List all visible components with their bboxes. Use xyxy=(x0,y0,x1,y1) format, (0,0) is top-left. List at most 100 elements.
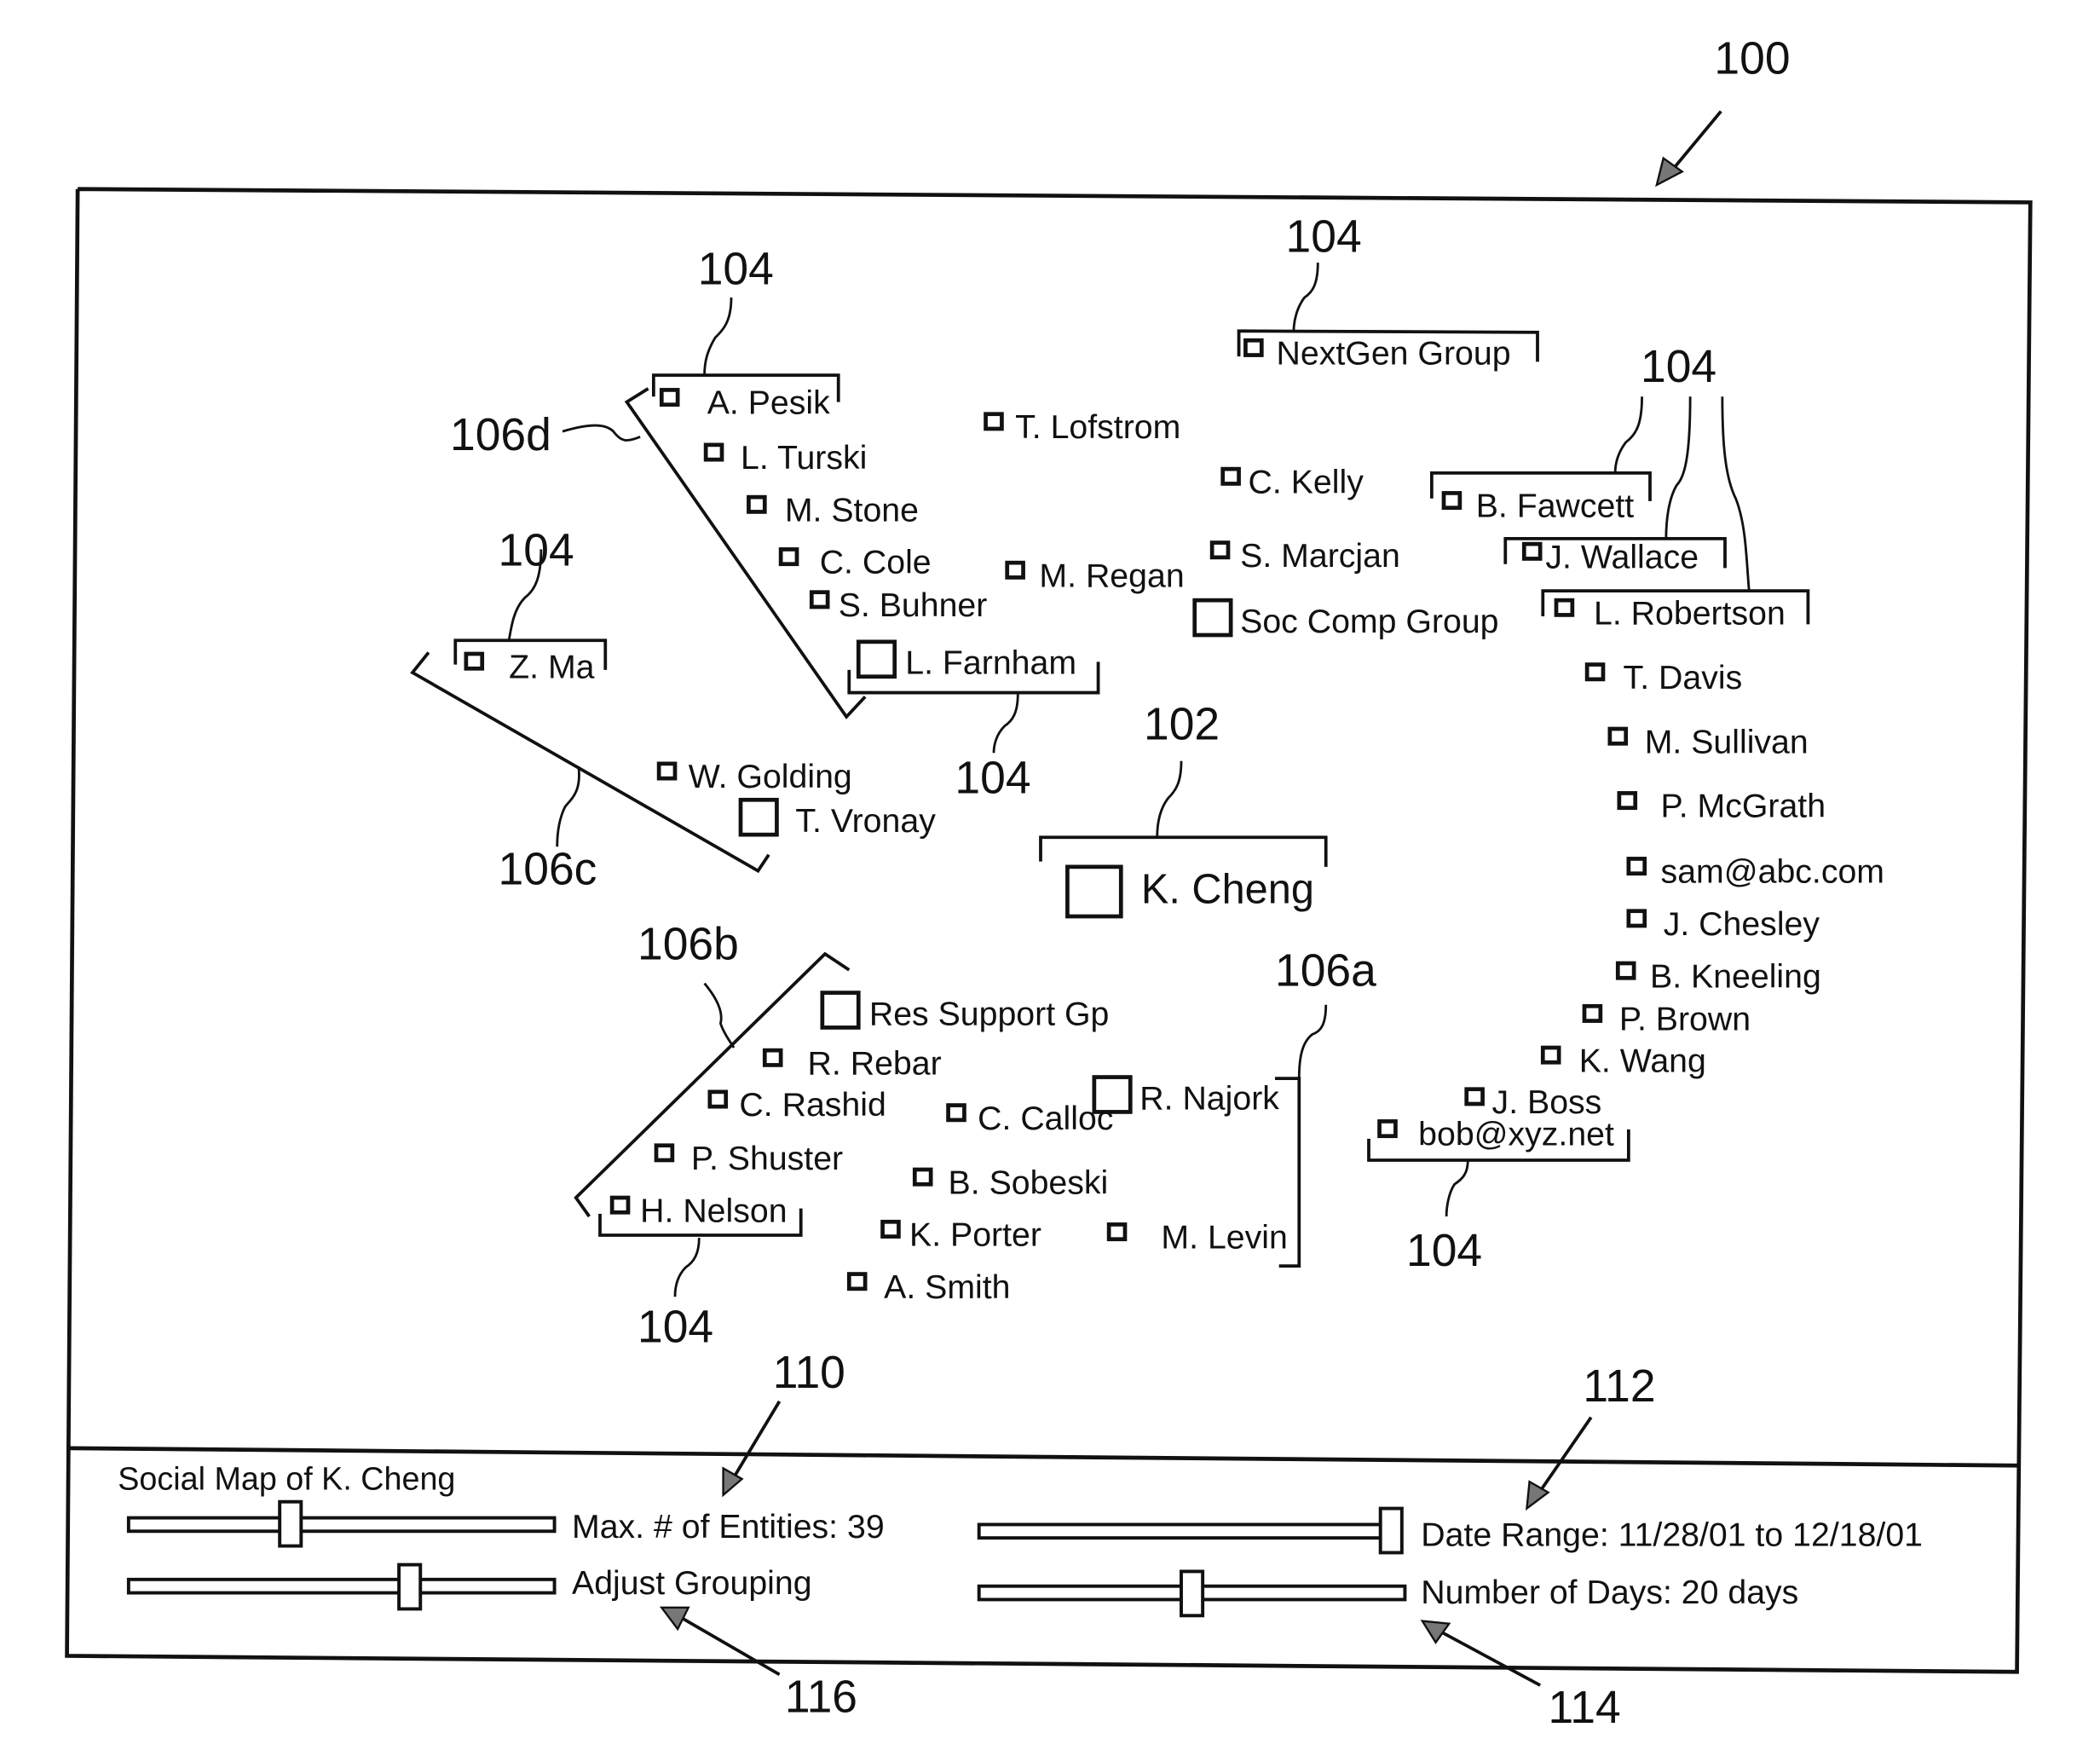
entity-node-icon[interactable] xyxy=(946,1103,966,1123)
entity-label[interactable]: R. Rebar xyxy=(808,1044,942,1082)
entity-k-wang[interactable]: K. Wang xyxy=(1540,1042,1706,1079)
entity-r-najork[interactable]: R. Najork xyxy=(1092,1075,1279,1118)
entity-w-golding[interactable]: W. Golding xyxy=(656,758,852,795)
entity-node-icon[interactable] xyxy=(1554,598,1575,617)
entity-label[interactable]: J. Wallace xyxy=(1545,538,1699,575)
entity-c-calloc[interactable]: C. Calloc xyxy=(946,1100,1114,1137)
entity-node-icon[interactable] xyxy=(880,1219,901,1239)
days-slider[interactable] xyxy=(977,1569,1407,1618)
entity-node-icon[interactable] xyxy=(856,639,897,679)
slider-track[interactable] xyxy=(126,1516,557,1534)
entity-label[interactable]: B. Fawcett xyxy=(1476,488,1635,525)
slider-thumb[interactable] xyxy=(397,1563,423,1611)
slider-thumb[interactable] xyxy=(278,1499,303,1548)
entity-node-icon[interactable] xyxy=(464,651,485,671)
entity-nextgen-group[interactable]: NextGen Group xyxy=(1243,335,1511,373)
center-entity-label[interactable]: K. Cheng xyxy=(1141,866,1314,912)
entity-j-chesley[interactable]: J. Chesley xyxy=(1626,905,1820,943)
entity-node-icon[interactable] xyxy=(1377,1119,1398,1139)
entity-label[interactable]: P. Brown xyxy=(1619,1001,1751,1038)
entity-label[interactable]: B. Sobeski xyxy=(949,1164,1109,1201)
entity-label[interactable]: B. Kneeling xyxy=(1650,957,1821,995)
entity-node-icon[interactable] xyxy=(1209,540,1231,560)
entity-label[interactable]: L. Turski xyxy=(741,439,867,477)
entity-bob-xyz[interactable]: bob@xyz.net xyxy=(1377,1116,1614,1153)
entity-res-support-gp[interactable]: Res Support Gp xyxy=(820,991,1110,1033)
entity-node-icon[interactable] xyxy=(738,797,779,837)
entity-node-icon[interactable] xyxy=(1065,864,1123,919)
entity-p-brown[interactable]: P. Brown xyxy=(1582,1001,1751,1038)
slider-track[interactable] xyxy=(126,1577,557,1595)
entity-l-turski[interactable]: L. Turski xyxy=(703,439,867,477)
entity-node-icon[interactable] xyxy=(1617,791,1638,811)
entity-label[interactable]: K. Wang xyxy=(1579,1042,1706,1079)
entity-node-icon[interactable] xyxy=(1464,1087,1485,1106)
entity-label[interactable]: Soc Comp Group xyxy=(1240,603,1498,640)
entity-label[interactable]: Z. Ma xyxy=(509,648,595,685)
entity-node-icon[interactable] xyxy=(1441,491,1462,511)
entity-s-buhner[interactable]: S. Buhner xyxy=(809,586,987,624)
entity-label[interactable]: C. Rashid xyxy=(739,1086,886,1124)
entity-node-icon[interactable] xyxy=(1626,909,1647,928)
entity-label[interactable]: T. Davis xyxy=(1624,659,1743,696)
entity-node-icon[interactable] xyxy=(1540,1045,1561,1065)
entity-node-icon[interactable] xyxy=(1106,1222,1128,1242)
entity-node-icon[interactable] xyxy=(703,442,724,462)
entity-node-icon[interactable] xyxy=(1092,1075,1133,1114)
entity-soc-comp-group[interactable]: Soc Comp Group xyxy=(1192,598,1499,640)
entity-c-rashid[interactable]: C. Rashid xyxy=(707,1086,886,1124)
entity-l-robertson[interactable]: L. Robertson xyxy=(1554,594,1786,632)
entity-label[interactable]: A. Smith xyxy=(884,1268,1010,1306)
entity-label[interactable]: T. Lofstrom xyxy=(1015,408,1180,446)
entity-node-icon[interactable] xyxy=(1005,560,1025,580)
entity-label[interactable]: M. Sullivan xyxy=(1645,723,1809,760)
entity-b-fawcett[interactable]: B. Fawcett xyxy=(1441,488,1635,525)
entity-label[interactable]: M. Regan xyxy=(1039,557,1184,594)
entity-p-mcgrath[interactable]: P. McGrath xyxy=(1617,788,1826,825)
max-entities-slider[interactable] xyxy=(126,1499,557,1548)
entity-label[interactable]: C. Cole xyxy=(820,544,932,581)
entity-node-icon[interactable] xyxy=(656,761,678,781)
entity-node-icon[interactable] xyxy=(707,1089,729,1109)
entity-b-kneeling[interactable]: B. Kneeling xyxy=(1615,957,1821,995)
entity-label[interactable]: A. Pesik xyxy=(707,384,830,422)
entity-node-icon[interactable] xyxy=(609,1195,631,1215)
entity-h-nelson[interactable]: H. Nelson xyxy=(609,1192,788,1229)
entity-label[interactable]: bob@xyz.net xyxy=(1418,1116,1614,1153)
entity-label[interactable]: M. Stone xyxy=(785,491,919,529)
entity-node-icon[interactable] xyxy=(1584,662,1606,682)
slider-thumb[interactable] xyxy=(1378,1506,1404,1555)
entity-c-cole[interactable]: C. Cole xyxy=(778,544,932,581)
slider-track[interactable] xyxy=(977,1522,1402,1540)
entity-t-davis[interactable]: T. Davis xyxy=(1584,659,1743,696)
entity-c-kelly[interactable]: C. Kelly xyxy=(1220,463,1364,500)
entity-node-icon[interactable] xyxy=(1582,1003,1603,1023)
entity-t-lofstrom[interactable]: T. Lofstrom xyxy=(984,408,1181,446)
entity-label[interactable]: T. Vronay xyxy=(795,802,936,840)
entity-node-icon[interactable] xyxy=(912,1167,933,1187)
entity-label[interactable]: W. Golding xyxy=(689,758,852,795)
entity-label[interactable]: C. Kelly xyxy=(1249,463,1364,500)
entity-node-icon[interactable] xyxy=(809,590,830,609)
entity-b-sobeski[interactable]: B. Sobeski xyxy=(912,1164,1109,1201)
entity-label[interactable]: H. Nelson xyxy=(640,1192,787,1229)
entity-t-vronay[interactable]: T. Vronay xyxy=(738,797,936,840)
entity-node-icon[interactable] xyxy=(846,1272,868,1291)
entity-m-levin[interactable]: M. Levin xyxy=(1106,1219,1288,1257)
entity-j-wallace[interactable]: J. Wallace xyxy=(1521,538,1699,575)
entity-a-pesik[interactable]: A. Pesik xyxy=(659,384,830,422)
entity-label[interactable]: J. Chesley xyxy=(1664,905,1820,943)
entity-m-stone[interactable]: M. Stone xyxy=(747,491,919,529)
entity-label[interactable]: P. McGrath xyxy=(1661,788,1826,825)
entity-node-icon[interactable] xyxy=(762,1048,783,1067)
grouping-slider[interactable] xyxy=(126,1563,557,1611)
entity-p-shuster[interactable]: P. Shuster xyxy=(654,1140,843,1177)
entity-label[interactable]: S. Marcjan xyxy=(1240,537,1400,575)
slider-thumb[interactable] xyxy=(1180,1569,1205,1618)
entity-node-icon[interactable] xyxy=(984,412,1004,431)
entity-label[interactable]: L. Robertson xyxy=(1594,594,1786,632)
entity-label[interactable]: L. Farnham xyxy=(905,644,1076,682)
entity-r-rebar[interactable]: R. Rebar xyxy=(762,1044,942,1082)
entity-node-icon[interactable] xyxy=(1220,466,1241,486)
entity-label[interactable]: P. Shuster xyxy=(691,1140,843,1177)
